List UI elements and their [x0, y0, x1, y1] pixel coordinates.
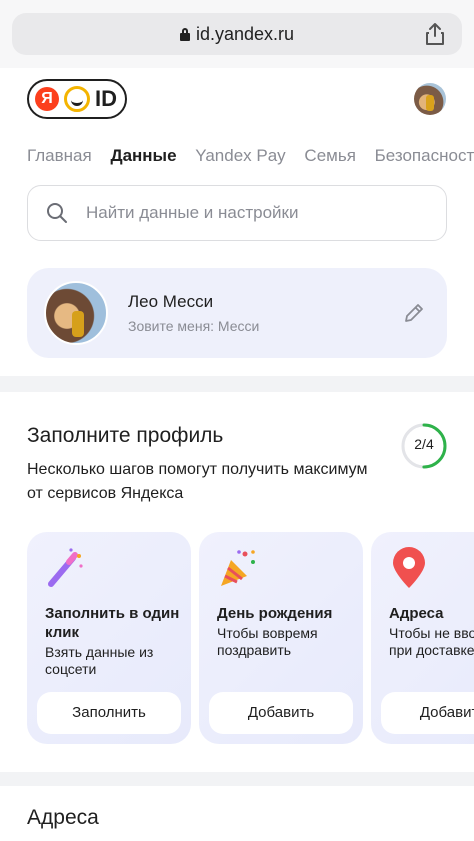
card-title: Адреса — [389, 605, 444, 622]
section-divider — [0, 376, 474, 392]
profile-name: Лео Месси — [128, 292, 214, 311]
pencil-icon[interactable] — [402, 301, 426, 325]
profile-card[interactable]: Лео Месси Зовите меня: Месси — [27, 268, 447, 358]
fill-profile-title: Заполните профиль — [27, 424, 224, 447]
logo-letter: Я — [35, 87, 59, 111]
tab-security[interactable]: Безопасность — [375, 146, 474, 166]
add-birthday-button[interactable]: Добавить — [209, 692, 353, 734]
location-pin-icon — [393, 547, 425, 588]
yandex-id-logo[interactable]: Я ID — [27, 79, 127, 119]
fill-button[interactable]: Заполнить — [37, 692, 181, 734]
user-avatar[interactable] — [414, 83, 446, 115]
search-input[interactable] — [86, 198, 426, 228]
browser-toolbar: id.yandex.ru — [0, 0, 474, 68]
search-icon — [47, 203, 67, 223]
section-divider — [0, 772, 474, 786]
profile-nickname: Зовите меня: Месси — [128, 318, 260, 334]
card-subtitle: Чтобы вовремя поздравить — [217, 625, 318, 658]
fill-profile-section: Заполните профиль Несколько шагов помогу… — [0, 392, 474, 772]
share-icon[interactable] — [424, 22, 446, 46]
party-popper-icon — [221, 550, 255, 586]
lock-icon — [179, 28, 190, 41]
tab-main[interactable]: Главная — [27, 146, 92, 166]
profile-avatar — [44, 281, 108, 345]
smile-icon — [64, 86, 90, 112]
card-title: Заполнить в один клик — [45, 605, 180, 641]
fill-cards: Заполнить в один клик Взять данные из со… — [0, 532, 474, 744]
search-box[interactable] — [27, 185, 447, 241]
tab-data[interactable]: Данные — [110, 146, 176, 166]
address-bar[interactable]: id.yandex.ru — [12, 13, 462, 55]
card-one-click[interactable]: Заполнить в один клик Взять данные из со… — [27, 532, 191, 744]
addresses-title: Адреса — [27, 806, 99, 829]
card-subtitle: Чтобы не вводить их при доставке — [389, 625, 474, 658]
tab-yandex-pay[interactable]: Yandex Pay — [195, 146, 285, 166]
logo-text: ID — [95, 86, 117, 111]
fill-profile-description: Несколько шагов помогут получить максиму… — [27, 461, 368, 502]
card-subtitle: Взять данные из соцсети — [45, 644, 154, 677]
card-addresses[interactable]: Адреса Чтобы не вводить их при доставке … — [371, 532, 474, 744]
magic-wand-icon — [48, 548, 83, 587]
page-content: Я ID Главная Данные Yandex Pay Семья Без… — [0, 68, 474, 841]
progress-label: 2/4 — [414, 436, 434, 452]
url-display[interactable]: id.yandex.ru — [12, 24, 462, 45]
tab-family[interactable]: Семья — [304, 146, 355, 166]
nav-tabs: Главная Данные Yandex Pay Семья Безопасн… — [27, 146, 474, 172]
add-address-button[interactable]: Добавить — [381, 692, 474, 734]
url-text: id.yandex.ru — [195, 24, 295, 44]
card-title: День рождения — [217, 605, 333, 622]
card-birthday[interactable]: День рождения Чтобы вовремя поздравить Д… — [199, 532, 363, 744]
